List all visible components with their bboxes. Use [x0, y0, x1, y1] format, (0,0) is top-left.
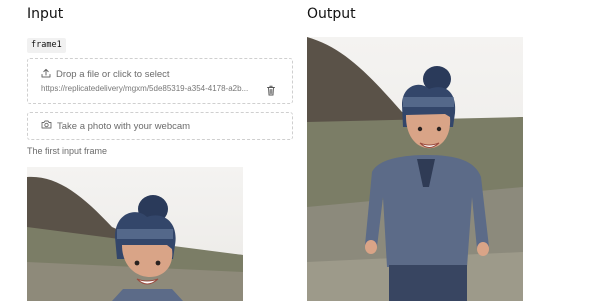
dropzone-prompt: Drop a file or click to select — [41, 68, 170, 81]
file-dropzone[interactable]: Drop a file or click to select https://r… — [27, 58, 293, 104]
upload-icon — [41, 68, 51, 81]
input-column-title: Input — [27, 6, 64, 22]
webcam-button[interactable]: Take a photo with your webcam — [27, 112, 293, 140]
page: Input Output frame1 Drop a file or click… — [0, 0, 600, 301]
file-url: https://replicatedelivery/mgxm/5de85319-… — [41, 84, 249, 93]
dropzone-label: Drop a file or click to select — [56, 69, 170, 80]
output-image — [307, 37, 523, 301]
trash-icon[interactable] — [266, 83, 276, 96]
output-image-graphic — [307, 37, 523, 301]
camera-icon — [41, 120, 52, 132]
webcam-label: Take a photo with your webcam — [57, 120, 191, 132]
input-image-graphic — [27, 167, 243, 301]
output-column-title: Output — [307, 6, 356, 22]
helper-text: The first input frame — [27, 146, 108, 156]
input-image — [27, 167, 243, 301]
param-name-tag: frame1 — [27, 38, 66, 53]
